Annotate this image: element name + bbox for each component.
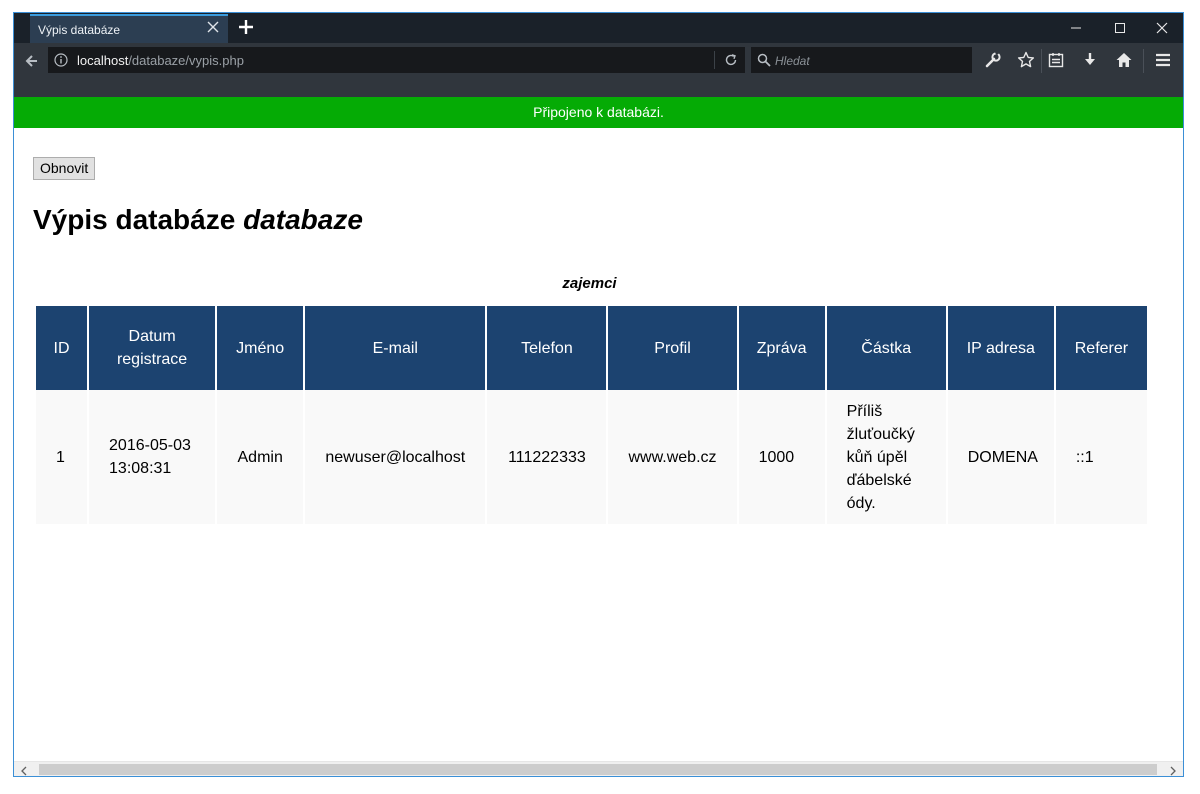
tab-title: Výpis databáze [38, 23, 121, 37]
cell-registration-date: 2016-05-03 13:08:31 [89, 390, 216, 524]
scrollbar-thumb[interactable] [39, 764, 1157, 775]
address-bar[interactable]: localhost/databaze/vypis.php [48, 47, 745, 73]
home-icon[interactable] [1115, 51, 1133, 69]
table-row: 1 2016-05-03 13:08:31 Admin newuser@loca… [36, 390, 1147, 524]
scroll-right-arrow-icon[interactable] [1167, 764, 1179, 776]
download-icon[interactable] [1081, 51, 1099, 69]
column-header-profile: Profil [608, 306, 737, 390]
database-name: databaze [243, 204, 363, 235]
search-icon [757, 53, 771, 67]
search-bar[interactable]: Hledat [751, 47, 972, 73]
url-divider [714, 51, 715, 69]
close-window-icon[interactable] [1140, 13, 1183, 43]
column-header-ip-address: IP adresa [947, 306, 1054, 390]
column-header-amount: Částka [826, 306, 946, 390]
minimize-icon[interactable] [1054, 13, 1098, 43]
refresh-button[interactable]: Obnovit [33, 157, 96, 180]
cell-id: 1 [36, 390, 88, 524]
connection-status-banner: Připojeno k databázi. [14, 97, 1183, 128]
cell-phone: 111222333 [487, 390, 607, 524]
cell-referer: ::1 [1055, 390, 1147, 524]
url-path: /databaze/vypis.php [128, 53, 244, 68]
info-icon[interactable] [54, 53, 68, 67]
url-host: localhost [77, 53, 129, 68]
table-header-row: ID Datum registrace Jméno E-mail Telefon… [36, 306, 1147, 390]
horizontal-scrollbar[interactable] [14, 761, 1183, 776]
table-caption: zajemci [562, 275, 617, 292]
cell-message: 1000 [738, 390, 825, 524]
bookmark-star-icon[interactable] [1017, 51, 1035, 69]
cell-ip-address: DOMENA [947, 390, 1054, 524]
new-tab-icon[interactable] [238, 19, 254, 35]
column-header-referer: Referer [1055, 306, 1147, 390]
cell-amount: Příliš žluťoučký kůň úpěl ďábelské ódy. [826, 390, 946, 524]
scroll-left-arrow-icon[interactable] [18, 764, 30, 776]
browser-window: Výpis databáze localhost/databaze/vypis.… [13, 12, 1184, 777]
title-bar: Výpis databáze [14, 13, 1183, 43]
data-table: ID Datum registrace Jméno E-mail Telefon… [34, 306, 1149, 524]
close-tab-icon[interactable] [206, 20, 220, 34]
toolbar-divider [1143, 49, 1144, 73]
page-title: Výpis databáze databaze [33, 204, 363, 236]
back-arrow-icon[interactable] [22, 50, 44, 72]
column-header-email: E-mail [305, 306, 486, 390]
cell-email: newuser@localhost [305, 390, 486, 524]
menu-hamburger-icon[interactable] [1154, 51, 1172, 69]
column-header-id: ID [36, 306, 88, 390]
wrench-icon[interactable] [984, 50, 1002, 69]
page-title-prefix: Výpis databáze [33, 204, 236, 235]
column-header-name: Jméno [217, 306, 304, 390]
column-header-phone: Telefon [487, 306, 607, 390]
reading-list-icon[interactable] [1047, 51, 1065, 69]
search-placeholder: Hledat [775, 54, 810, 68]
reload-icon[interactable] [724, 53, 738, 67]
maximize-icon[interactable] [1098, 13, 1142, 43]
column-header-message: Zpráva [738, 306, 825, 390]
browser-tab[interactable]: Výpis databáze [30, 14, 228, 43]
page-content: Obnovit Výpis databáze databaze zajemci … [14, 128, 1183, 761]
url-text[interactable]: localhost/databaze/vypis.php [77, 53, 244, 68]
toolbar-divider [1041, 49, 1042, 73]
cell-profile: www.web.cz [608, 390, 737, 524]
cell-name: Admin [217, 390, 304, 524]
navigation-toolbar: localhost/databaze/vypis.php Hledat [14, 43, 1183, 97]
column-header-registration-date: Datum registrace [89, 306, 216, 390]
